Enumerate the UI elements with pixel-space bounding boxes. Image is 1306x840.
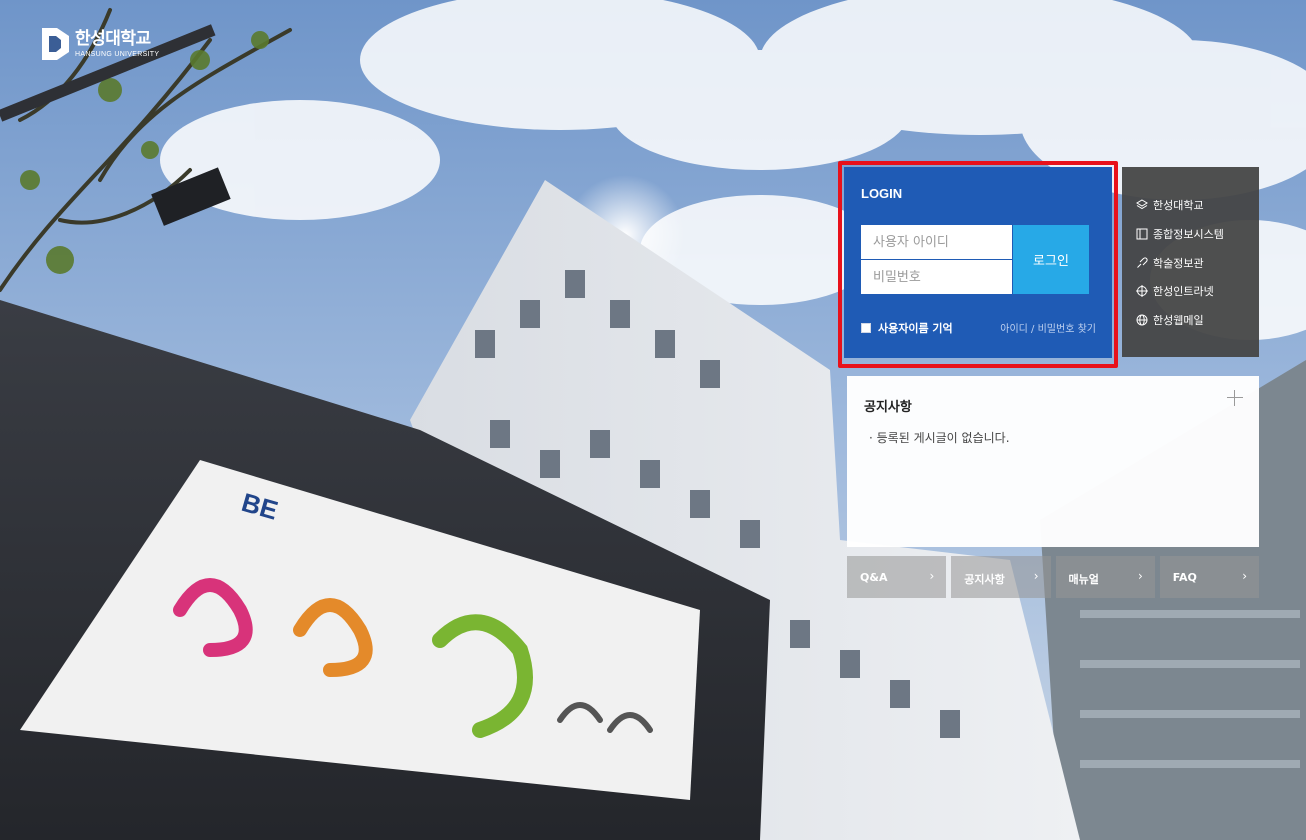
find-id-password-link[interactable]: 아이디 / 비밀번호 찾기 [1000, 320, 1096, 335]
quick-link-label: 학술정보관 [1153, 257, 1204, 270]
quick-link-info-system[interactable]: 종합정보시스템 [1136, 226, 1224, 242]
quick-link-label: 한성대학교 [1153, 199, 1204, 212]
shortcut-tiles: Q&A › 공지사항 › 매뉴얼 › FAQ › [847, 556, 1259, 598]
tile-faq[interactable]: FAQ › [1159, 556, 1259, 598]
quick-link-library[interactable]: 학술정보관 [1136, 255, 1204, 271]
notice-panel: 공지사항 · 등록된 게시글이 없습니다. [847, 376, 1259, 547]
logo-name-en: HANSUNG UNIVERSITY [75, 50, 160, 58]
tile-label: 공지사항 [964, 573, 1005, 586]
chevron-right-icon: › [1137, 569, 1143, 583]
chevron-right-icon: › [929, 569, 935, 583]
logo-mark-icon [42, 28, 69, 60]
notice-title: 공지사항 [864, 400, 912, 415]
logo-name-ko: 한성대학교 [75, 28, 151, 49]
remember-username-checkbox[interactable]: 사용자이름 기억 [861, 320, 953, 336]
quick-link-label: 한성웹메일 [1153, 314, 1204, 327]
tile-notice[interactable]: 공지사항 › [951, 556, 1051, 598]
login-panel: LOGIN 로그인 사용자이름 기억 아이디 / 비밀번호 찾기 [844, 167, 1112, 358]
crosshair-icon [1136, 285, 1148, 297]
globe-icon [1136, 314, 1148, 326]
link-icon [1137, 257, 1148, 268]
layers-icon [1136, 199, 1148, 210]
username-input[interactable] [861, 225, 1012, 259]
login-title: LOGIN [861, 186, 903, 201]
tile-label: 매뉴얼 [1068, 573, 1099, 586]
quick-link-hansung[interactable]: 한성대학교 [1136, 197, 1204, 213]
university-logo[interactable]: 한성대학교 HANSUNG UNIVERSITY [42, 28, 159, 60]
chevron-right-icon: › [1242, 569, 1247, 583]
quick-link-webmail[interactable]: 한성웹메일 [1136, 312, 1204, 328]
tile-qna[interactable]: Q&A › [847, 556, 947, 598]
tile-label: FAQ [1172, 571, 1197, 584]
quick-links-panel: 한성대학교 종합정보시스템 학술정보관 한성인트라넷 한성웹메일 [1122, 167, 1259, 357]
plus-icon[interactable] [1227, 390, 1243, 406]
quick-link-label: 한성인트라넷 [1153, 285, 1214, 298]
portal-page: BE 한성대학교 HANSUNG UNIVERSITY LOGIN 사용자 아이… [0, 0, 1306, 840]
tile-label: Q&A [860, 571, 888, 584]
tile-manual[interactable]: 매뉴얼 › [1055, 556, 1155, 598]
chevron-right-icon: › [1033, 569, 1039, 583]
quick-link-intranet[interactable]: 한성인트라넷 [1136, 283, 1214, 299]
password-input[interactable] [861, 260, 1012, 294]
book-icon [1136, 228, 1148, 240]
remember-username-label: 사용자이름 기억 [878, 322, 953, 335]
quick-link-label: 종합정보시스템 [1153, 228, 1224, 241]
notice-empty-message: · 등록된 게시글이 없습니다. [869, 431, 1010, 445]
checkbox-icon [861, 323, 871, 333]
login-button[interactable]: 로그인 [1013, 225, 1089, 294]
